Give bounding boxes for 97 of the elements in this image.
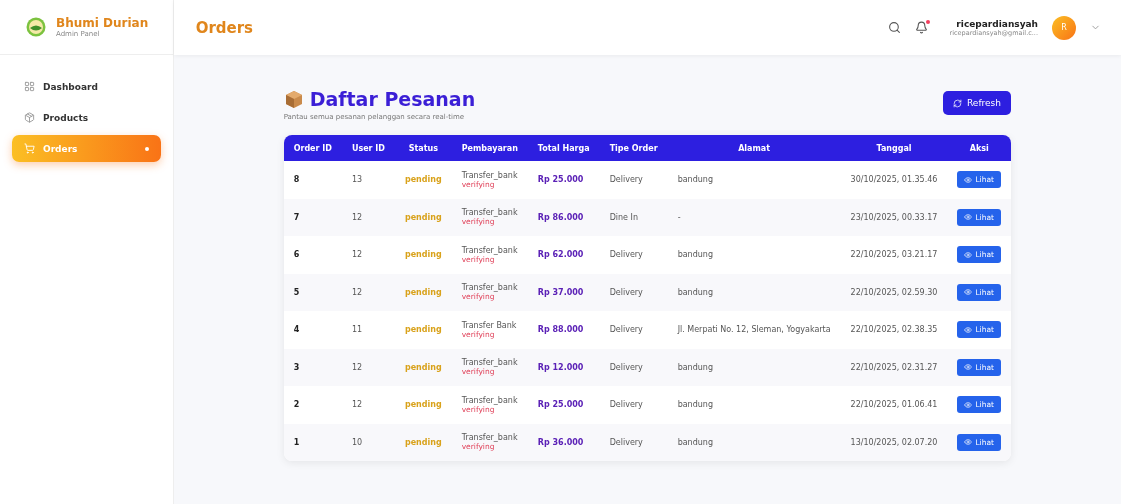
user-name: ricepardiansyah xyxy=(956,18,1038,29)
order-id: 6 xyxy=(293,250,300,260)
order-type: Delivery xyxy=(609,362,643,372)
payment-method: Transfer_bank xyxy=(461,358,518,368)
column-header: Alamat xyxy=(667,135,841,161)
address: bandung xyxy=(677,362,713,372)
eye-icon xyxy=(964,250,973,259)
sidebar-item[interactable]: Products xyxy=(12,104,161,131)
eye-icon xyxy=(964,325,973,334)
order-date: 22/10/2025, 01.06.41 xyxy=(850,400,938,410)
order-type: Delivery xyxy=(609,437,643,447)
order-status: pending xyxy=(404,175,442,185)
payment-method: Transfer_bank xyxy=(461,283,518,293)
user-id: 10 xyxy=(351,437,363,447)
column-header: Tipe Order xyxy=(599,135,668,161)
logo-icon xyxy=(26,17,46,37)
sidebar-item[interactable]: Dashboard xyxy=(12,73,161,100)
order-date: 22/10/2025, 02.31.27 xyxy=(850,362,938,372)
payment-method: Transfer_bank xyxy=(461,170,518,180)
order-id: 8 xyxy=(293,175,300,185)
user-id: 12 xyxy=(351,400,363,410)
user-id: 12 xyxy=(351,287,363,297)
order-status: pending xyxy=(404,212,442,222)
order-type: Delivery xyxy=(609,325,643,335)
user-id: 12 xyxy=(351,212,363,222)
address: - xyxy=(677,212,681,222)
column-header: Order ID xyxy=(283,135,342,161)
eye-icon xyxy=(964,213,973,222)
cart-icon xyxy=(24,143,35,154)
order-id: 4 xyxy=(293,325,300,335)
eye-icon xyxy=(964,400,973,409)
total-price: Rp 62.000 xyxy=(537,250,584,260)
payment-method: Transfer_bank xyxy=(461,433,518,443)
payment-method: Transfer_bank xyxy=(461,245,518,255)
user-id: 12 xyxy=(351,362,363,372)
order-id: 2 xyxy=(293,400,300,410)
column-header: User ID xyxy=(341,135,395,161)
eye-icon xyxy=(964,288,973,297)
order-id: 1 xyxy=(293,437,300,447)
order-date: 23/10/2025, 00.33.17 xyxy=(850,212,938,222)
payment-method: Transfer Bank xyxy=(461,320,518,330)
box-icon xyxy=(24,112,35,123)
column-header: Status xyxy=(394,135,452,161)
order-type: Delivery xyxy=(609,400,643,410)
order-id: 7 xyxy=(293,212,300,222)
total-price: Rp 37.000 xyxy=(537,287,584,297)
order-date: 22/10/2025, 02.38.35 xyxy=(850,325,938,335)
search-icon[interactable] xyxy=(887,21,901,34)
order-date: 30/10/2025, 01.35.46 xyxy=(850,175,938,185)
order-status: pending xyxy=(404,437,442,447)
total-price: Rp 25.000 xyxy=(537,175,584,185)
payment-method: Transfer_bank xyxy=(461,395,518,405)
address: bandung xyxy=(677,287,713,297)
package-icon xyxy=(283,89,304,109)
order-id: 5 xyxy=(293,287,300,297)
column-header: Pembayaran xyxy=(451,135,528,161)
notification-bell-icon[interactable] xyxy=(914,21,928,34)
header-title: Orders xyxy=(195,18,255,37)
order-type: Delivery xyxy=(609,287,643,297)
eye-icon xyxy=(964,363,973,372)
order-date: 22/10/2025, 03.21.17 xyxy=(850,250,938,260)
order-type: Delivery xyxy=(609,175,643,185)
brand-name: Bhumi Durian xyxy=(56,16,149,30)
grid-icon xyxy=(24,81,35,92)
user-id: 12 xyxy=(351,250,363,260)
total-price: Rp 36.000 xyxy=(537,437,584,447)
column-header: Aksi xyxy=(947,135,1011,161)
refresh-icon xyxy=(953,98,962,108)
address: bandung xyxy=(677,400,713,410)
order-status: pending xyxy=(404,325,442,335)
user-id: 13 xyxy=(351,175,363,185)
total-price: Rp 25.000 xyxy=(537,400,584,410)
payment-method: Transfer_bank xyxy=(461,208,518,218)
column-header: Total Harga xyxy=(527,135,600,161)
eye-icon xyxy=(964,175,973,184)
order-id: 3 xyxy=(293,362,300,372)
column-header: Tanggal xyxy=(840,135,948,161)
address: Jl. Merpati No. 12, Sleman, Yogyakarta xyxy=(677,325,831,335)
address: bandung xyxy=(677,437,713,447)
order-type: Delivery xyxy=(609,250,643,260)
order-status: pending xyxy=(404,362,442,372)
order-status: pending xyxy=(404,400,442,410)
total-price: Rp 12.000 xyxy=(537,362,584,372)
order-type: Dine In xyxy=(609,212,638,222)
order-date: 13/10/2025, 02.07.20 xyxy=(850,437,938,447)
total-price: Rp 88.000 xyxy=(537,325,584,335)
address: bandung xyxy=(677,175,713,185)
order-status: pending xyxy=(404,250,442,260)
order-date: 22/10/2025, 02.59.30 xyxy=(850,287,938,297)
address: bandung xyxy=(677,250,713,260)
eye-icon xyxy=(964,438,973,447)
active-dot xyxy=(144,146,149,151)
total-price: Rp 86.000 xyxy=(537,212,584,222)
refresh-button[interactable]: Refresh xyxy=(943,91,1011,115)
page-title: Daftar Pesanan xyxy=(309,88,476,110)
order-status: pending xyxy=(404,287,442,297)
user-id: 11 xyxy=(351,325,363,335)
